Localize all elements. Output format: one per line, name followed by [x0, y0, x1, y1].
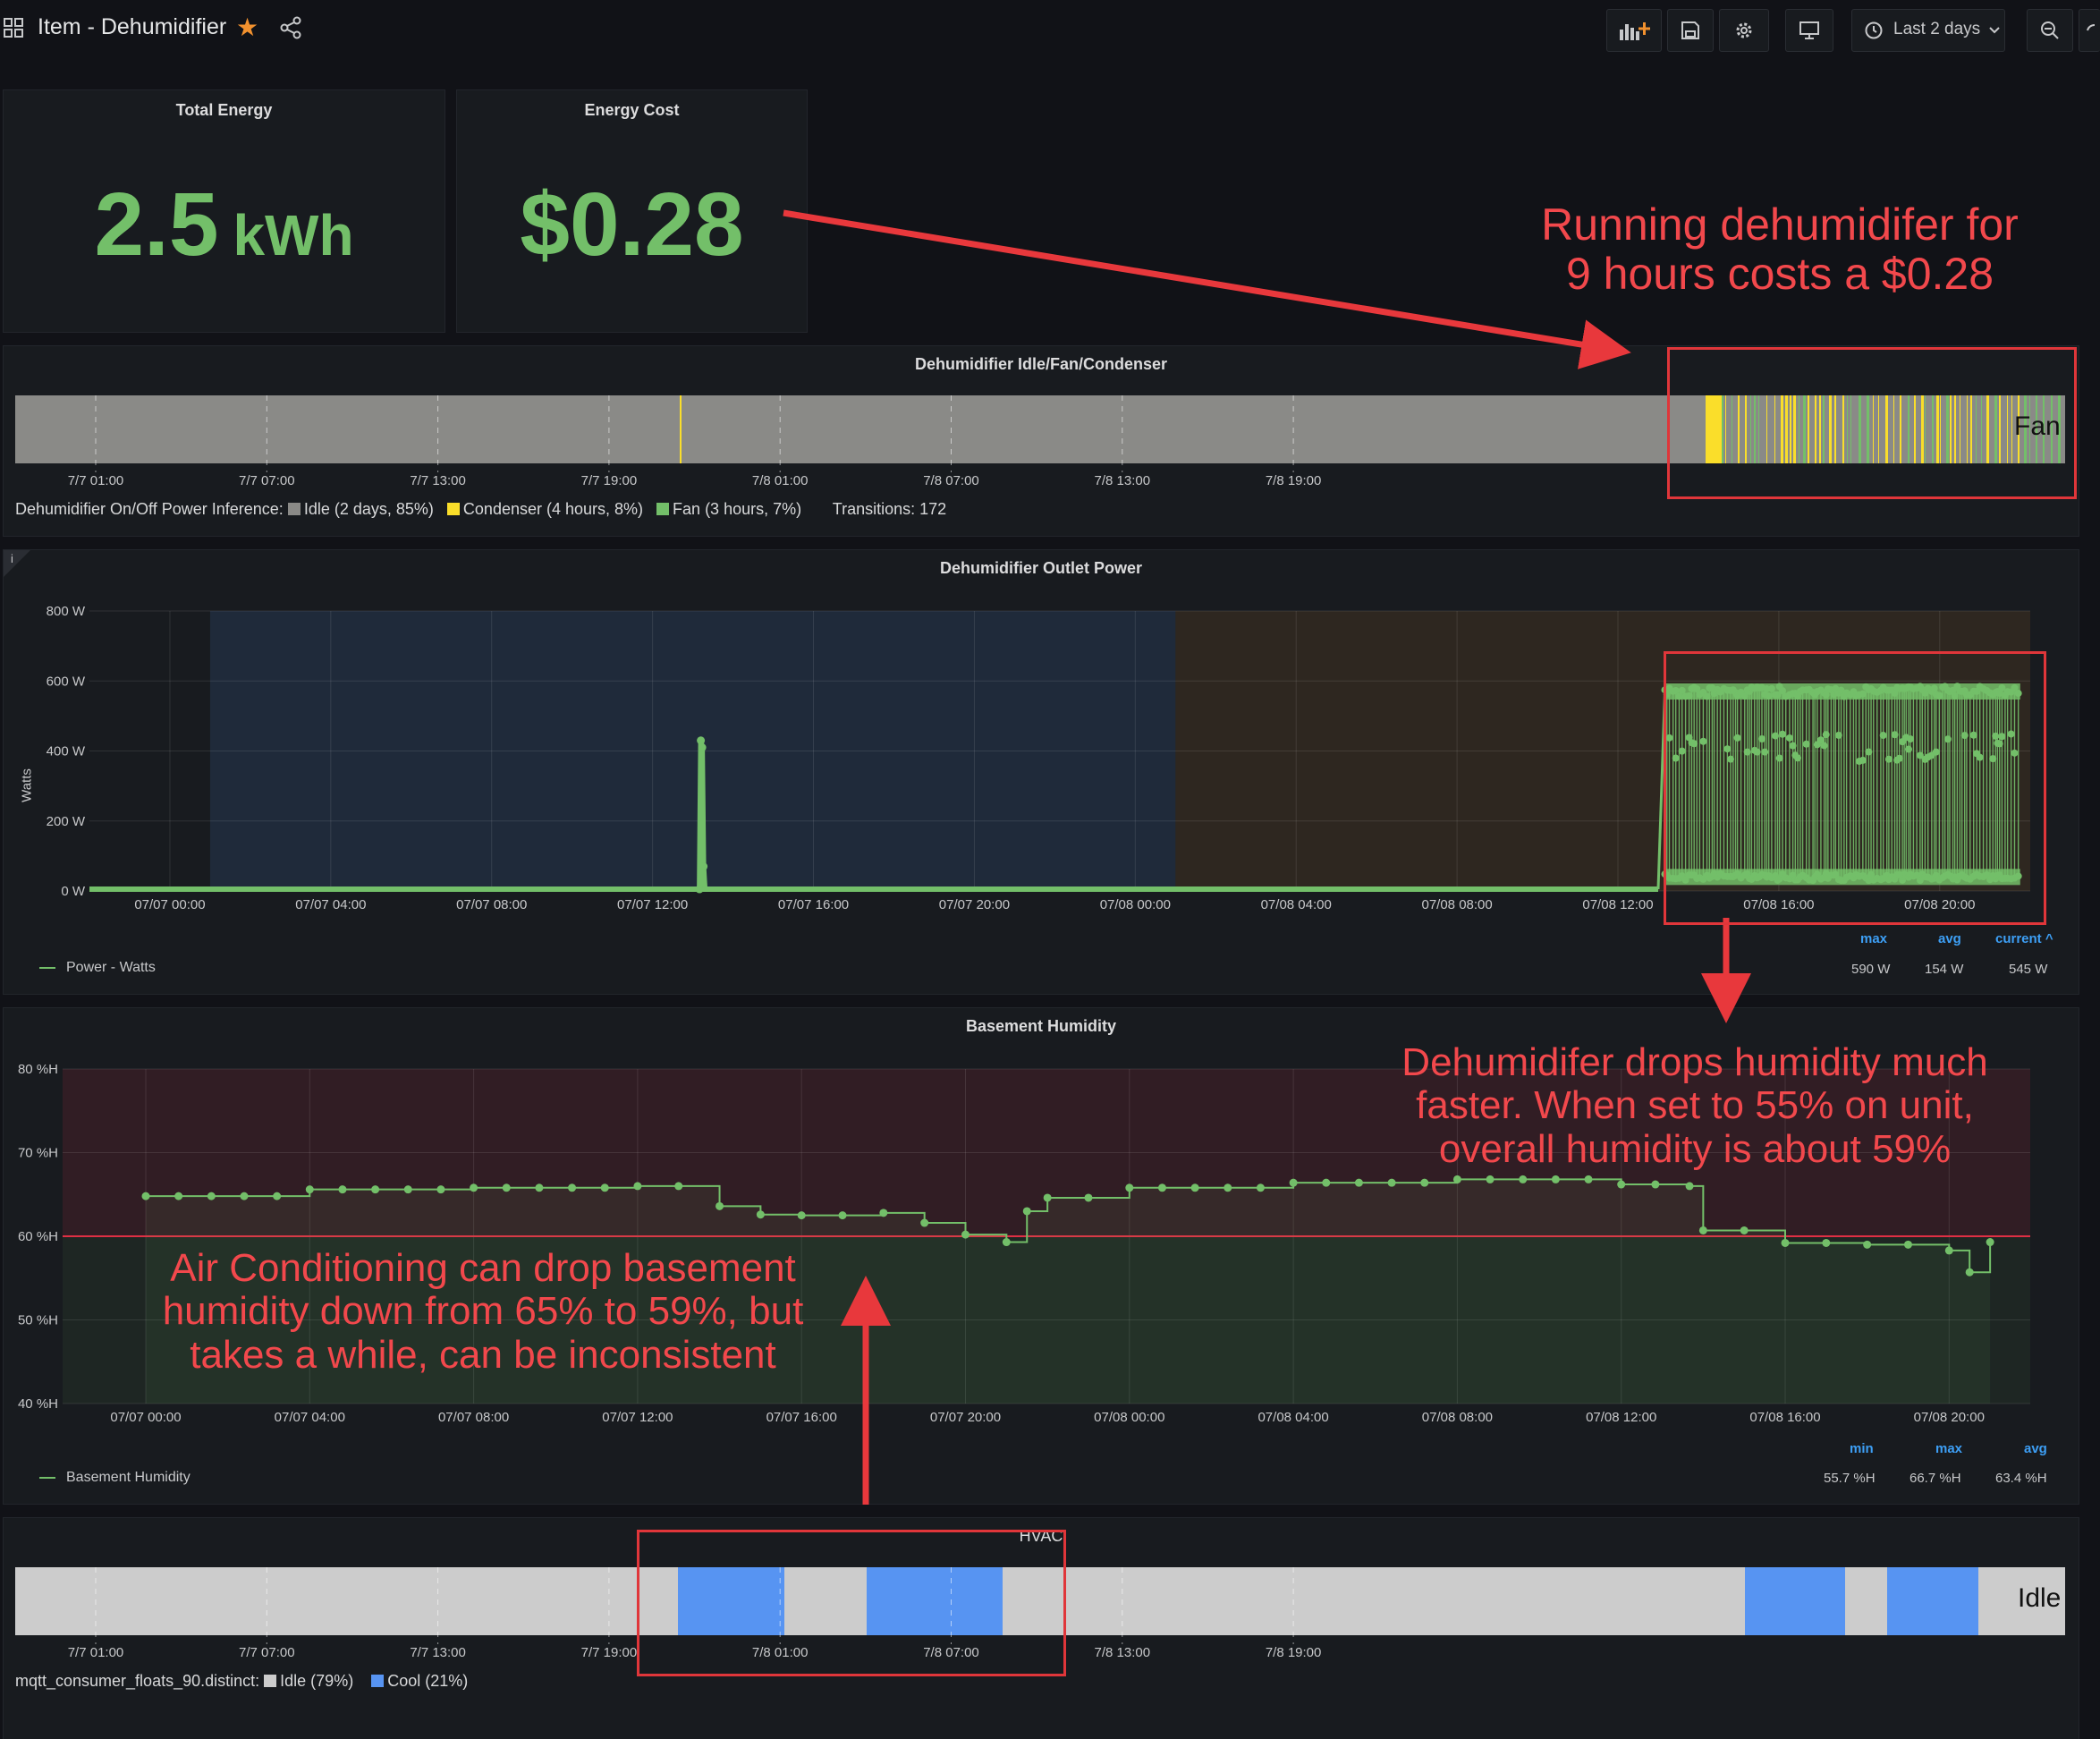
annotation-line: overall humidity is about 59% [1438, 1126, 1952, 1171]
annotation-line: Air Conditioning can drop basement [170, 1246, 796, 1290]
annotation-line: Dehumidifer drops humidity much [1401, 1040, 1988, 1084]
annotation-line: humidity down from 65% to 59%, but [162, 1289, 804, 1334]
annotation-box-state [1667, 347, 2077, 499]
annotation-line: faster. When set to 55% on unit, [1416, 1083, 1974, 1128]
annotation-box-power [1664, 651, 2046, 925]
annotation-ac-note: Air Conditioning can drop basement humid… [125, 1246, 841, 1377]
annotation-line: takes a while, can be inconsistent [190, 1332, 776, 1377]
annotation-line: Running dehumidifer for [1541, 199, 2019, 250]
annotation-cost-note: Running dehumidifer for 9 hours costs a … [1503, 200, 2057, 299]
arrow-cost-to-state [783, 209, 1631, 369]
annotation-dehumid-note: Dehumidifer drops humidity much faster. … [1324, 1040, 2066, 1171]
annotation-box-hvac [637, 1530, 1066, 1676]
annotation-line: 9 hours costs a $0.28 [1565, 249, 1994, 299]
